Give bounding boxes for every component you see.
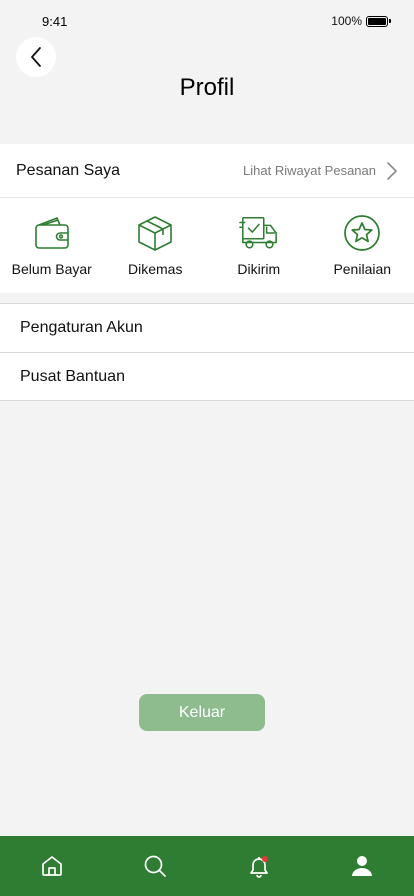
- status-label: Dikemas: [128, 261, 183, 277]
- menu-list: Pengaturan Akun Pusat Bantuan: [0, 303, 414, 401]
- home-icon: [41, 856, 62, 876]
- nav-home[interactable]: [22, 836, 82, 896]
- menu-item-label: Pusat Bantuan: [20, 367, 125, 385]
- status-bar: 9:41 100%: [0, 0, 414, 44]
- status-label: Belum Bayar: [11, 261, 92, 277]
- star-icon: [342, 213, 382, 253]
- status-label: Dikirim: [237, 261, 281, 277]
- chevron-left-icon: [31, 47, 41, 67]
- menu-item-label: Pengaturan Akun: [20, 319, 143, 336]
- logout-button[interactable]: Keluar: [139, 694, 265, 731]
- status-label: Penilaian: [333, 261, 392, 277]
- orders-card: Pesanan Saya Lihat Riwayat Pesanan Belum…: [0, 144, 414, 293]
- order-history-label: Lihat Riwayat Pesanan: [243, 163, 376, 178]
- box-icon: [135, 213, 175, 253]
- order-status-row: Belum Bayar Dikemas Dikirim Penilaian: [0, 198, 414, 277]
- battery-percent: 100%: [331, 14, 362, 28]
- status-time: 9:41: [42, 14, 68, 29]
- bottom-nav: [0, 836, 414, 896]
- menu-item-pusat-bantuan[interactable]: Pusat Bantuan: [0, 352, 414, 401]
- nav-profile[interactable]: [332, 836, 392, 896]
- status-dikemas[interactable]: Dikemas: [105, 213, 205, 277]
- orders-title: Pesanan Saya: [16, 161, 121, 179]
- order-history-link[interactable]: Lihat Riwayat Pesanan: [243, 161, 398, 181]
- search-icon: [144, 855, 167, 877]
- page-title: Profil: [179, 74, 235, 101]
- battery-icon: [366, 15, 391, 27]
- menu-item-pengaturan-akun[interactable]: Pengaturan Akun: [0, 303, 414, 352]
- wallet-icon: [32, 213, 72, 253]
- notification-badge: [261, 856, 268, 862]
- status-belum-bayar[interactable]: Belum Bayar: [2, 213, 102, 277]
- truck-icon: [238, 213, 279, 253]
- nav-search[interactable]: [125, 836, 185, 896]
- status-penilaian[interactable]: Penilaian: [312, 213, 412, 277]
- back-button[interactable]: [16, 37, 56, 77]
- status-right: 100%: [331, 14, 391, 28]
- status-dikirim[interactable]: Dikirim: [209, 213, 309, 277]
- nav-notifications[interactable]: [229, 836, 289, 896]
- chevron-right-icon: [387, 161, 397, 180]
- orders-header: Pesanan Saya Lihat Riwayat Pesanan: [0, 144, 414, 198]
- user-icon: [352, 856, 373, 876]
